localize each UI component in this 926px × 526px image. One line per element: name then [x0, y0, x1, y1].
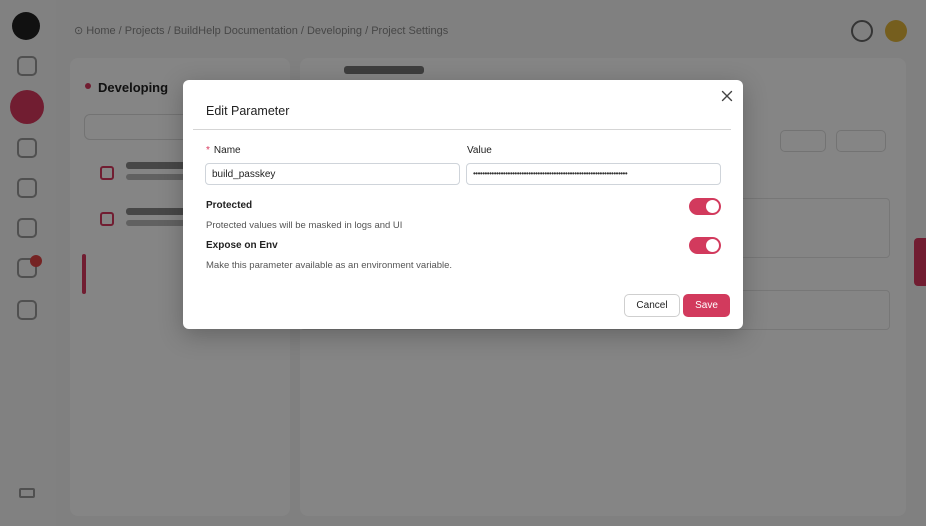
cancel-button[interactable]: Cancel	[624, 294, 680, 317]
required-marker: *	[206, 145, 210, 156]
protected-label: Protected	[206, 200, 253, 211]
expose-env-description: Make this parameter available as an envi…	[206, 260, 453, 271]
expose-env-label: Expose on Env	[206, 240, 278, 251]
toggle-knob	[706, 239, 719, 252]
protected-description: Protected values will be masked in logs …	[206, 220, 403, 231]
protected-toggle[interactable]	[689, 198, 721, 215]
name-label: * Name	[206, 145, 241, 156]
edit-parameter-dialog: Edit Parameter *Name Value •••••••••••••…	[183, 80, 743, 329]
value-input[interactable]: ••••••••••••••••••••••••••••••••••••••••…	[466, 163, 721, 185]
dialog-divider	[193, 129, 731, 130]
expose-env-toggle[interactable]	[689, 237, 721, 254]
close-icon[interactable]	[719, 88, 735, 104]
name-label-text: Name	[213, 145, 241, 156]
toggle-knob	[706, 200, 719, 213]
save-button[interactable]: Save	[683, 294, 730, 317]
dialog-title: Edit Parameter	[206, 104, 290, 118]
name-input[interactable]	[205, 163, 460, 185]
value-label: Value	[467, 145, 492, 156]
